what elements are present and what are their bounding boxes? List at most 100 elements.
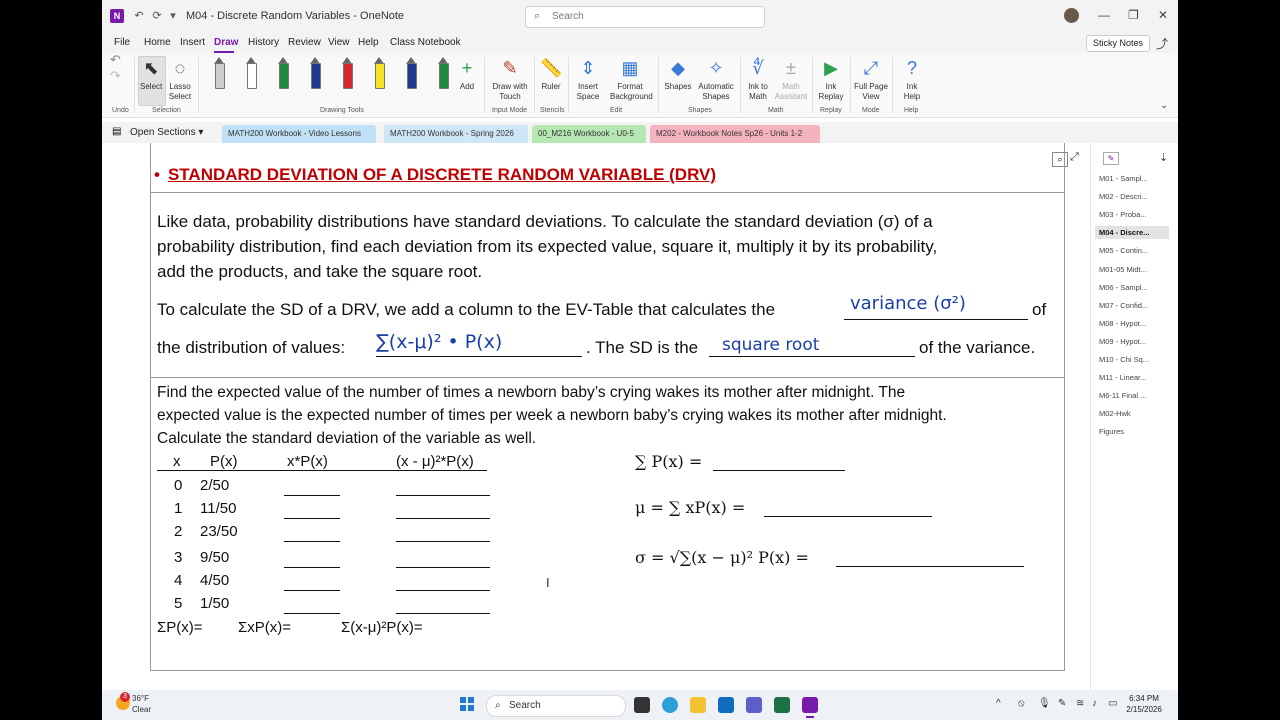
insert-space-label: Insert Space: [576, 82, 600, 101]
full-page-view-button[interactable]: ⤢ Full Page View: [854, 57, 888, 102]
menu-class-notebook[interactable]: Class Notebook: [390, 37, 461, 48]
plus-icon: +: [461, 58, 473, 78]
table-cell-p: 1/50: [200, 595, 230, 612]
menu-review[interactable]: Review: [288, 37, 321, 48]
automatic-shapes-button[interactable]: ✧ Automatic Shapes: [696, 57, 736, 102]
math-assistant-icon: ±: [786, 58, 796, 78]
page-list-item[interactable]: M6-11 Final ...: [1099, 391, 1146, 400]
add-page-icon[interactable]: ✎: [1103, 152, 1119, 165]
menu-help[interactable]: Help: [358, 37, 379, 48]
page-list-item[interactable]: M10 - Chi Sq...: [1099, 355, 1149, 364]
microphone-icon[interactable]: 🎙: [1038, 698, 1051, 709]
tab-label: M202 - Workbook Notes Sp26 - Units 1-2: [656, 129, 803, 138]
draw-with-touch-button[interactable]: ✎ Draw with Touch: [490, 57, 530, 102]
file-explorer-icon[interactable]: [690, 697, 706, 713]
minimize-icon[interactable]: —: [1098, 8, 1110, 22]
task-view-icon[interactable]: [634, 697, 650, 713]
pen-1-icon[interactable]: [214, 57, 225, 91]
tray-app-icon[interactable]: ⦸: [1018, 698, 1025, 709]
menu-insert[interactable]: Insert: [180, 37, 205, 48]
ink-help-button[interactable]: ? Ink Help: [898, 57, 926, 102]
tray-chevron-icon[interactable]: ^: [996, 698, 1001, 709]
title-bar: N ↶ ⟳ ▾ M04 - Discrete Random Variables …: [102, 0, 1178, 32]
tab-notebook[interactable]: MATH200 Workbook - Video Lessons: [222, 125, 376, 143]
clock-time[interactable]: 6:34 PM: [1114, 694, 1174, 703]
ink-to-math-button[interactable]: ∜ Ink to Math: [744, 57, 772, 102]
help-icon: ?: [906, 58, 917, 78]
undo-icon[interactable]: ↶: [110, 53, 121, 66]
pen-tray-icon[interactable]: ✎: [1058, 698, 1066, 709]
taskbar-search[interactable]: ⌕ Search: [486, 695, 626, 717]
page-list-item[interactable]: M06 - Sampl...: [1099, 283, 1148, 292]
page-list-item[interactable]: M11 - Linear...: [1099, 373, 1146, 382]
menu-draw[interactable]: Draw: [214, 37, 238, 48]
menu-history[interactable]: History: [248, 37, 279, 48]
volume-icon[interactable]: ♪: [1092, 698, 1097, 709]
back-icon[interactable]: ↶: [132, 9, 146, 23]
page-list-item[interactable]: M01-05 Midt...: [1099, 265, 1147, 274]
clock-date[interactable]: 2/15/2026: [1114, 705, 1174, 714]
select-button[interactable]: ⬉ Select: [140, 57, 162, 92]
pen-3-icon[interactable]: [278, 57, 289, 91]
ruler-button[interactable]: 📏 Ruler: [540, 57, 562, 92]
onenote-taskbar-icon[interactable]: [802, 697, 818, 713]
pen-5-icon[interactable]: [342, 57, 353, 91]
redo-icon[interactable]: ↷: [110, 69, 121, 82]
pen-2-icon[interactable]: [246, 57, 257, 91]
format-background-button[interactable]: ▦ Format Background: [610, 57, 653, 102]
handwriting-sum-formula: ∑(x-μ)² • P(x): [376, 331, 503, 353]
edge-icon[interactable]: [662, 697, 678, 713]
table-header-underline: [157, 470, 487, 471]
sort-icon[interactable]: ⇣: [1159, 151, 1168, 164]
sticky-notes-button[interactable]: Sticky Notes: [1086, 35, 1150, 52]
tab-notebook[interactable]: M202 - Workbook Notes Sp26 - Units 1-2: [650, 125, 820, 143]
page-list-item[interactable]: M01 - Sampl...: [1099, 174, 1148, 183]
tab-notebook[interactable]: MATH200 Workbook - Spring 2026: [384, 125, 528, 143]
page-list-item[interactable]: Figures: [1099, 427, 1124, 436]
menu-view[interactable]: View: [328, 37, 350, 48]
pen-8-icon[interactable]: [438, 57, 449, 91]
collapse-ribbon-icon[interactable]: ⌄: [1160, 101, 1168, 111]
close-icon[interactable]: ✕: [1158, 8, 1168, 22]
page-list-item[interactable]: M07 - Confid...: [1099, 301, 1148, 310]
search-input[interactable]: ⌕ Search: [525, 6, 765, 28]
windows-start-icon[interactable]: [460, 697, 474, 711]
tab-notebook[interactable]: 00_M216 Workbook - U0-5: [532, 125, 646, 143]
page-canvas[interactable]: ⌕ ⤢ • STANDARD DEVIATION OF A DISCRETE RA…: [106, 143, 1090, 690]
open-sections-button[interactable]: Open Sections ▾: [130, 127, 203, 138]
pen-6-icon[interactable]: [374, 57, 385, 91]
sync-icon[interactable]: ⟳: [150, 9, 164, 23]
lasso-select-button[interactable]: ◌ Lasso Select: [168, 57, 192, 102]
page-list-item[interactable]: M05 - Contin...: [1099, 246, 1148, 255]
teams-icon[interactable]: [746, 697, 762, 713]
page-list-item[interactable]: M03 - Proba...: [1099, 210, 1147, 219]
maximize-icon[interactable]: ❐: [1128, 8, 1139, 22]
customize-toolbar-icon[interactable]: ▾: [166, 9, 180, 23]
notification-badge: 3: [120, 692, 130, 702]
add-pen-button[interactable]: + Add: [456, 57, 478, 92]
page-list-item[interactable]: M04 - Discre...: [1095, 226, 1169, 240]
menu-file[interactable]: File: [114, 37, 130, 48]
avatar[interactable]: [1064, 8, 1079, 23]
divider: [150, 377, 1064, 378]
shapes-button[interactable]: ◆ Shapes: [664, 57, 692, 92]
page-list-item[interactable]: M09 - Hypot...: [1099, 337, 1146, 346]
menu-home[interactable]: Home: [144, 37, 171, 48]
page-list-item[interactable]: M08 - Hypot...: [1099, 319, 1146, 328]
replay-group-label: Replay: [820, 107, 842, 114]
pen-body: [375, 63, 385, 89]
math-assistant-button[interactable]: ± Math Assistant: [774, 57, 808, 102]
page-list-item[interactable]: M02-Hwk: [1099, 409, 1131, 418]
select-label: Select: [140, 82, 163, 91]
wifi-icon[interactable]: ≋: [1076, 698, 1084, 709]
pen-7-icon[interactable]: [406, 57, 417, 91]
excel-icon[interactable]: [774, 697, 790, 713]
insert-space-button[interactable]: ⇕ Insert Space: [574, 57, 602, 102]
ink-replay-button[interactable]: ▶ Ink Replay: [816, 57, 846, 102]
window-title: M04 - Discrete Random Variables - OneNot…: [186, 10, 405, 22]
expand-icon[interactable]: ⤢: [1070, 151, 1079, 164]
page-list-item[interactable]: M02 - Descri...: [1099, 192, 1148, 201]
pen-4-icon[interactable]: [310, 57, 321, 91]
share-icon[interactable]: ⤴: [1156, 35, 1168, 52]
outlook-icon[interactable]: [718, 697, 734, 713]
